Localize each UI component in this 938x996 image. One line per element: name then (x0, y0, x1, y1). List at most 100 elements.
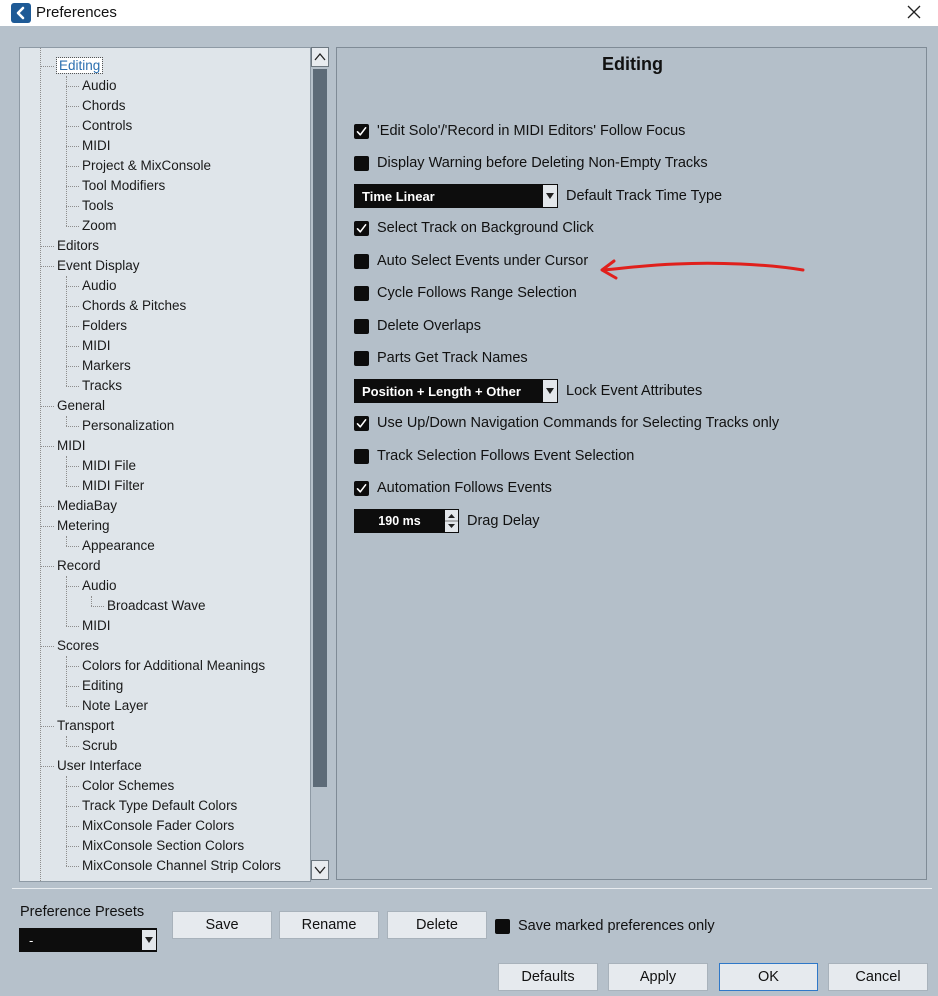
option-label: Auto Select Events under Cursor (377, 253, 589, 269)
option-checkbox-row[interactable]: Parts Get Track Names (354, 347, 528, 369)
tree-item[interactable]: Tool Modifiers (82, 176, 165, 196)
tree-item[interactable]: Zoom (82, 216, 117, 236)
option-checkbox[interactable] (354, 318, 369, 334)
tree-connector (40, 766, 54, 767)
option-checkbox[interactable] (354, 123, 369, 139)
tree-item[interactable]: MIDI (82, 616, 111, 636)
tree-item[interactable]: MIDI (82, 336, 111, 356)
option-checkbox-row[interactable]: Cycle Follows Range Selection (354, 282, 577, 304)
tree-item[interactable]: Scores (57, 636, 99, 656)
tree-item[interactable]: Audio (82, 276, 117, 296)
defaults-button[interactable]: Defaults (498, 963, 598, 991)
tree-connector (66, 866, 79, 867)
option-label: Display Warning before Deleting Non-Empt… (377, 155, 708, 171)
tree-item[interactable]: Controls (82, 116, 132, 136)
tree-item[interactable]: MediaBay (57, 496, 117, 516)
tree-item-label: Note Layer (82, 698, 149, 713)
tree-item[interactable]: Metering (57, 516, 110, 536)
option-checkbox[interactable] (354, 415, 369, 431)
tree-item[interactable]: Tools (82, 196, 114, 216)
tree-item-label: Chords & Pitches (82, 298, 187, 313)
tree-item[interactable]: General (57, 396, 105, 416)
tree-connector (66, 276, 67, 386)
drag-delay-stepper[interactable]: 190 ms (354, 509, 459, 533)
tree-item[interactable]: Record (57, 556, 101, 576)
scroll-up-button[interactable] (311, 47, 329, 67)
tree-item[interactable]: Audio (82, 76, 117, 96)
tree-item[interactable]: MIDI Filter (82, 476, 144, 496)
tree-item-label: Audio (82, 278, 117, 293)
tree-item[interactable]: MixConsole Fader Colors (82, 816, 234, 836)
option-checkbox-row[interactable]: Use Up/Down Navigation Commands for Sele… (354, 412, 779, 434)
tree-item-label: Colors for Additional Meanings (82, 658, 266, 673)
tree-connector (66, 86, 79, 87)
title-bar: Preferences (0, 0, 938, 26)
save-marked-checkbox[interactable] (495, 918, 510, 934)
scroll-thumb[interactable] (313, 69, 327, 787)
tree-item[interactable]: Chords (82, 96, 126, 116)
tree-item[interactable]: MixConsole Channel Strip Colors (82, 856, 281, 876)
option-checkbox[interactable] (354, 285, 369, 301)
check-icon (356, 223, 367, 233)
option-select[interactable]: Position + Length + Other (354, 379, 558, 403)
tree-scrollbar[interactable] (310, 47, 329, 882)
tree-item[interactable]: Markers (82, 356, 131, 376)
tree-item[interactable]: Event Display (57, 256, 140, 276)
tree-item[interactable]: Color Schemes (82, 776, 174, 796)
option-combo-row[interactable]: Position + Length + Other Lock Event Attr… (354, 379, 702, 403)
tree-item[interactable]: Editing (55, 56, 104, 76)
option-checkbox-row[interactable]: 'Edit Solo'/'Record in MIDI Editors' Fol… (354, 120, 685, 142)
tree-item[interactable]: MIDI (57, 436, 86, 456)
tree-item[interactable]: Colors for Additional Meanings (82, 656, 265, 676)
tree-item[interactable]: Chords & Pitches (82, 296, 186, 316)
option-checkbox-row[interactable]: Delete Overlaps (354, 315, 481, 337)
tree-item[interactable]: Project & MixConsole (82, 156, 211, 176)
option-checkbox-row[interactable]: Automation Follows Events (354, 477, 552, 499)
option-checkbox-row[interactable]: Auto Select Events under Cursor (354, 250, 588, 272)
option-checkbox-row[interactable]: Select Track on Background Click (354, 217, 594, 239)
tree-item[interactable]: Track Type Default Colors (82, 796, 237, 816)
tree-connector (66, 306, 79, 307)
option-checkbox-row[interactable]: Display Warning before Deleting Non-Empt… (354, 152, 708, 174)
delete-preset-button[interactable]: Delete (387, 911, 487, 939)
cancel-button[interactable]: Cancel (828, 963, 928, 991)
close-icon[interactable] (902, 0, 926, 24)
option-checkbox[interactable] (354, 480, 369, 496)
tree-item[interactable]: Scrub (82, 736, 117, 756)
option-checkbox[interactable] (354, 350, 369, 366)
tree-item[interactable]: Editors (57, 236, 99, 256)
tree-item-label: Folders (82, 318, 128, 333)
option-combo-row[interactable]: Time Linear Default Track Time Type (354, 184, 722, 208)
option-checkbox-row[interactable]: Track Selection Follows Event Selection (354, 445, 634, 467)
option-checkbox[interactable] (354, 253, 369, 269)
ok-button[interactable]: OK (719, 963, 818, 991)
tree-list: Editing Audio Chords Controls MIDI Project & … (20, 48, 310, 881)
stepper-arrows-icon[interactable] (445, 510, 458, 532)
option-spin-row[interactable]: 190 ms Drag Delay (354, 509, 540, 533)
rename-preset-button[interactable]: Rename (279, 911, 379, 939)
tree-connector (66, 146, 79, 147)
option-select[interactable]: Time Linear (354, 184, 558, 208)
tree-item[interactable]: Transport (57, 716, 114, 736)
preference-presets-select[interactable]: - (19, 928, 157, 952)
option-checkbox[interactable] (354, 220, 369, 236)
tree-item[interactable]: Editing (82, 676, 123, 696)
tree-item[interactable]: MIDI File (82, 456, 136, 476)
tree-item[interactable]: User Interface (57, 756, 142, 776)
scroll-down-button[interactable] (311, 860, 329, 880)
option-checkbox[interactable] (354, 155, 369, 171)
tree-item[interactable]: Personalization (82, 416, 174, 436)
option-checkbox[interactable] (354, 448, 369, 464)
save-marked-option[interactable]: Save marked preferences only (495, 915, 715, 937)
tree-item[interactable]: Note Layer (82, 696, 148, 716)
tree-item[interactable]: Tracks (82, 376, 122, 396)
tree-item[interactable]: Audio (82, 576, 117, 596)
tree-item[interactable]: Appearance (82, 536, 155, 556)
tree-item[interactable]: Folders (82, 316, 127, 336)
tree-item[interactable]: MIDI (82, 136, 111, 156)
tree-item-label: Track Type Default Colors (82, 798, 238, 813)
tree-item[interactable]: Broadcast Wave (107, 596, 206, 616)
tree-item[interactable]: MixConsole Section Colors (82, 836, 244, 856)
apply-button[interactable]: Apply (608, 963, 708, 991)
save-preset-button[interactable]: Save (172, 911, 272, 939)
